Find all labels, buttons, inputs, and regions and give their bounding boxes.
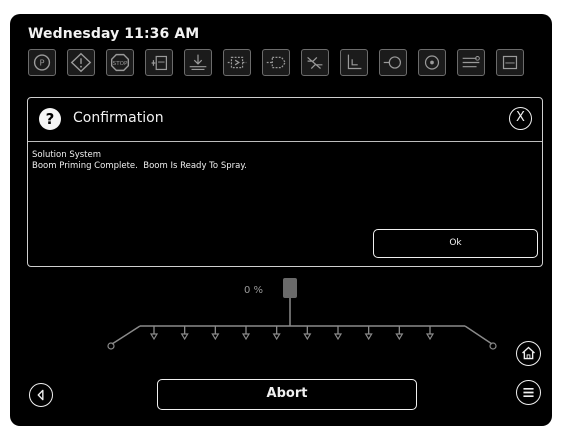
close-button[interactable]: X xyxy=(509,107,532,130)
message-line-1: Solution System xyxy=(32,150,102,160)
tank-fill-icon[interactable] xyxy=(340,49,368,76)
stop-icon[interactable]: STOP xyxy=(106,49,134,76)
tank-level-icon[interactable] xyxy=(145,49,173,76)
display-screen: Wednesday 11:36 AM P STOP ? Confirmation… xyxy=(20,22,546,420)
dialog-title: Confirmation xyxy=(73,110,164,126)
back-arrow-icon xyxy=(37,389,44,401)
back-button[interactable] xyxy=(29,383,53,407)
park-brake-icon[interactable]: P xyxy=(28,49,56,76)
datetime: Wednesday 11:36 AM xyxy=(28,26,200,42)
menu-icon xyxy=(523,387,534,398)
home-button[interactable] xyxy=(516,341,541,366)
ok-button[interactable]: Ok xyxy=(373,229,538,258)
boom-end-right-icon xyxy=(489,342,497,350)
nozzle-icon xyxy=(364,326,373,341)
boom-graphic xyxy=(107,278,497,350)
nozzle-icon xyxy=(333,326,343,341)
boom-height-icon[interactable] xyxy=(184,49,212,76)
confirmation-dialog: ? Confirmation X Solution System Boom Pr… xyxy=(27,97,543,267)
dialog-header: ? Confirmation X xyxy=(28,98,542,142)
boom-valve-icon xyxy=(283,278,297,326)
nozzle-icon xyxy=(272,326,281,341)
pump-icon[interactable] xyxy=(379,49,407,76)
nozzle-icon xyxy=(180,326,189,341)
nozzle-icon xyxy=(395,326,404,341)
warning-icon[interactable] xyxy=(67,49,95,76)
svg-text:P: P xyxy=(39,58,44,68)
dialog-message: Solution System Boom Priming Complete. B… xyxy=(32,150,247,172)
nozzle-icon xyxy=(241,326,251,341)
nozzle-icon xyxy=(303,326,312,341)
valve-icon[interactable] xyxy=(223,49,251,76)
home-icon xyxy=(522,346,535,360)
nozzle-off-icon[interactable] xyxy=(301,49,329,76)
status-icon-bar: P STOP xyxy=(28,49,538,77)
menu-button[interactable] xyxy=(516,380,541,405)
boom-diagram: 0 % xyxy=(20,270,546,380)
abort-button[interactable]: Abort xyxy=(157,379,417,410)
rinse-icon[interactable] xyxy=(457,49,485,76)
boom-line xyxy=(111,325,493,345)
svg-text:STOP: STOP xyxy=(113,61,128,67)
nozzle-icon xyxy=(149,326,159,341)
section-valve-icon[interactable] xyxy=(262,49,290,76)
question-icon: ? xyxy=(39,108,61,130)
boom-end-left-icon xyxy=(107,342,115,350)
nozzle-icon xyxy=(211,326,220,341)
message-line-2: Boom Priming Complete. Boom Is Ready To … xyxy=(32,161,247,171)
agitator-icon[interactable] xyxy=(418,49,446,76)
nozzle-icon xyxy=(425,326,435,341)
display-icon[interactable] xyxy=(496,49,524,76)
